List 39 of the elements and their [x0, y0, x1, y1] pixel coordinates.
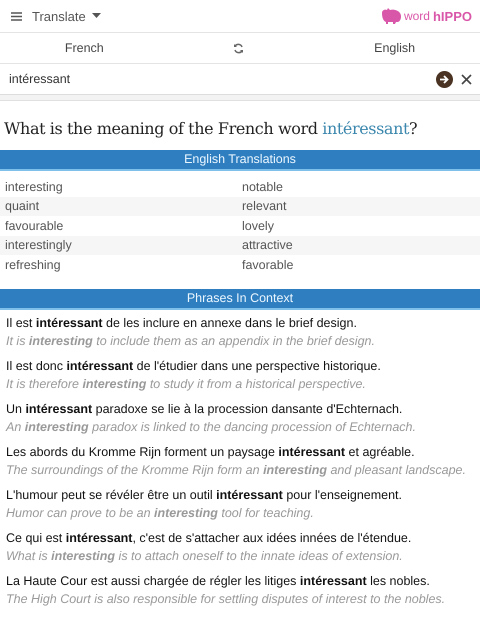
translation-link[interactable]: lovely [242, 218, 480, 233]
translation-link[interactable]: refreshing [5, 258, 242, 272]
french-sentence: Les abords du Kromme Rijn forment un paysage intéressant et agréable. [6, 444, 416, 458]
page-heading: What is the meaning of the French word intéressant? [4, 119, 418, 138]
logo-text: word [404, 9, 430, 23]
french-sentence: Ce qui est intéressant, c'est de s'attacher aux idées innées de l'étendue. [6, 530, 412, 544]
french-sentence: Il est donc intéressant de l'étudier dans une perspective historique. [6, 358, 382, 372]
translate-menu[interactable]: Translate [32, 8, 86, 24]
caret-icon[interactable] [92, 13, 101, 19]
hippo-icon [380, 8, 402, 24]
search-field[interactable]: intéressant [9, 72, 428, 86]
translation-link[interactable]: interesting [5, 180, 242, 194]
english-sentence: What is interesting is to attach oneself to the innate ideas of extension. [6, 548, 404, 562]
french-sentence: L'humour peut se révéler être un outil intéressant pour l'enseignement. [6, 488, 403, 502]
section-header: English Translations [0, 150, 480, 171]
english-sentence: The High Court is also responsible for settling disputes of interest to the nobles. [6, 592, 446, 606]
swap-icon[interactable] [233, 42, 244, 54]
section-header: Phrases In Context [0, 288, 480, 310]
translation-link[interactable]: relevant [242, 199, 480, 214]
translation-link[interactable]: notable [242, 180, 480, 194]
translation-link[interactable]: favourable [5, 218, 242, 233]
french-sentence: Un intéressant paradoxe se lie à la procession dansante d'Echternach. [6, 402, 404, 416]
english-sentence: It is interesting to include them as an appendix in the brief design. [6, 334, 376, 348]
source-language[interactable]: French [64, 41, 104, 55]
translation-link[interactable]: quaint [5, 199, 242, 214]
english-sentence: It is therefore interesting to study it from a historical perspective. [6, 376, 367, 390]
menu-icon[interactable] [11, 12, 22, 20]
english-sentence: Humor can prove to be an interesting tool for teaching. [6, 506, 315, 520]
english-sentence: An interesting paradox is linked to the dancing procession of Echternach. [6, 420, 417, 434]
english-sentence: The surroundings of the Kromme Rijn form an interesting and pleasant landscape. [6, 462, 467, 476]
french-sentence: Il est intéressant de les inclure en annexe dans le brief design. [6, 316, 358, 330]
translation-link[interactable]: attractive [242, 238, 480, 252]
go-icon[interactable] [436, 70, 453, 88]
translation-link[interactable]: favorable [242, 258, 480, 272]
french-sentence: La Haute Cour est aussi chargée de régler les litiges intéressant les nobles. [6, 574, 431, 588]
close-icon[interactable] [461, 74, 472, 84]
target-language[interactable]: English [374, 41, 416, 55]
translation-link[interactable]: interestingly [5, 238, 242, 252]
logo-text: hIPPO [432, 8, 472, 24]
